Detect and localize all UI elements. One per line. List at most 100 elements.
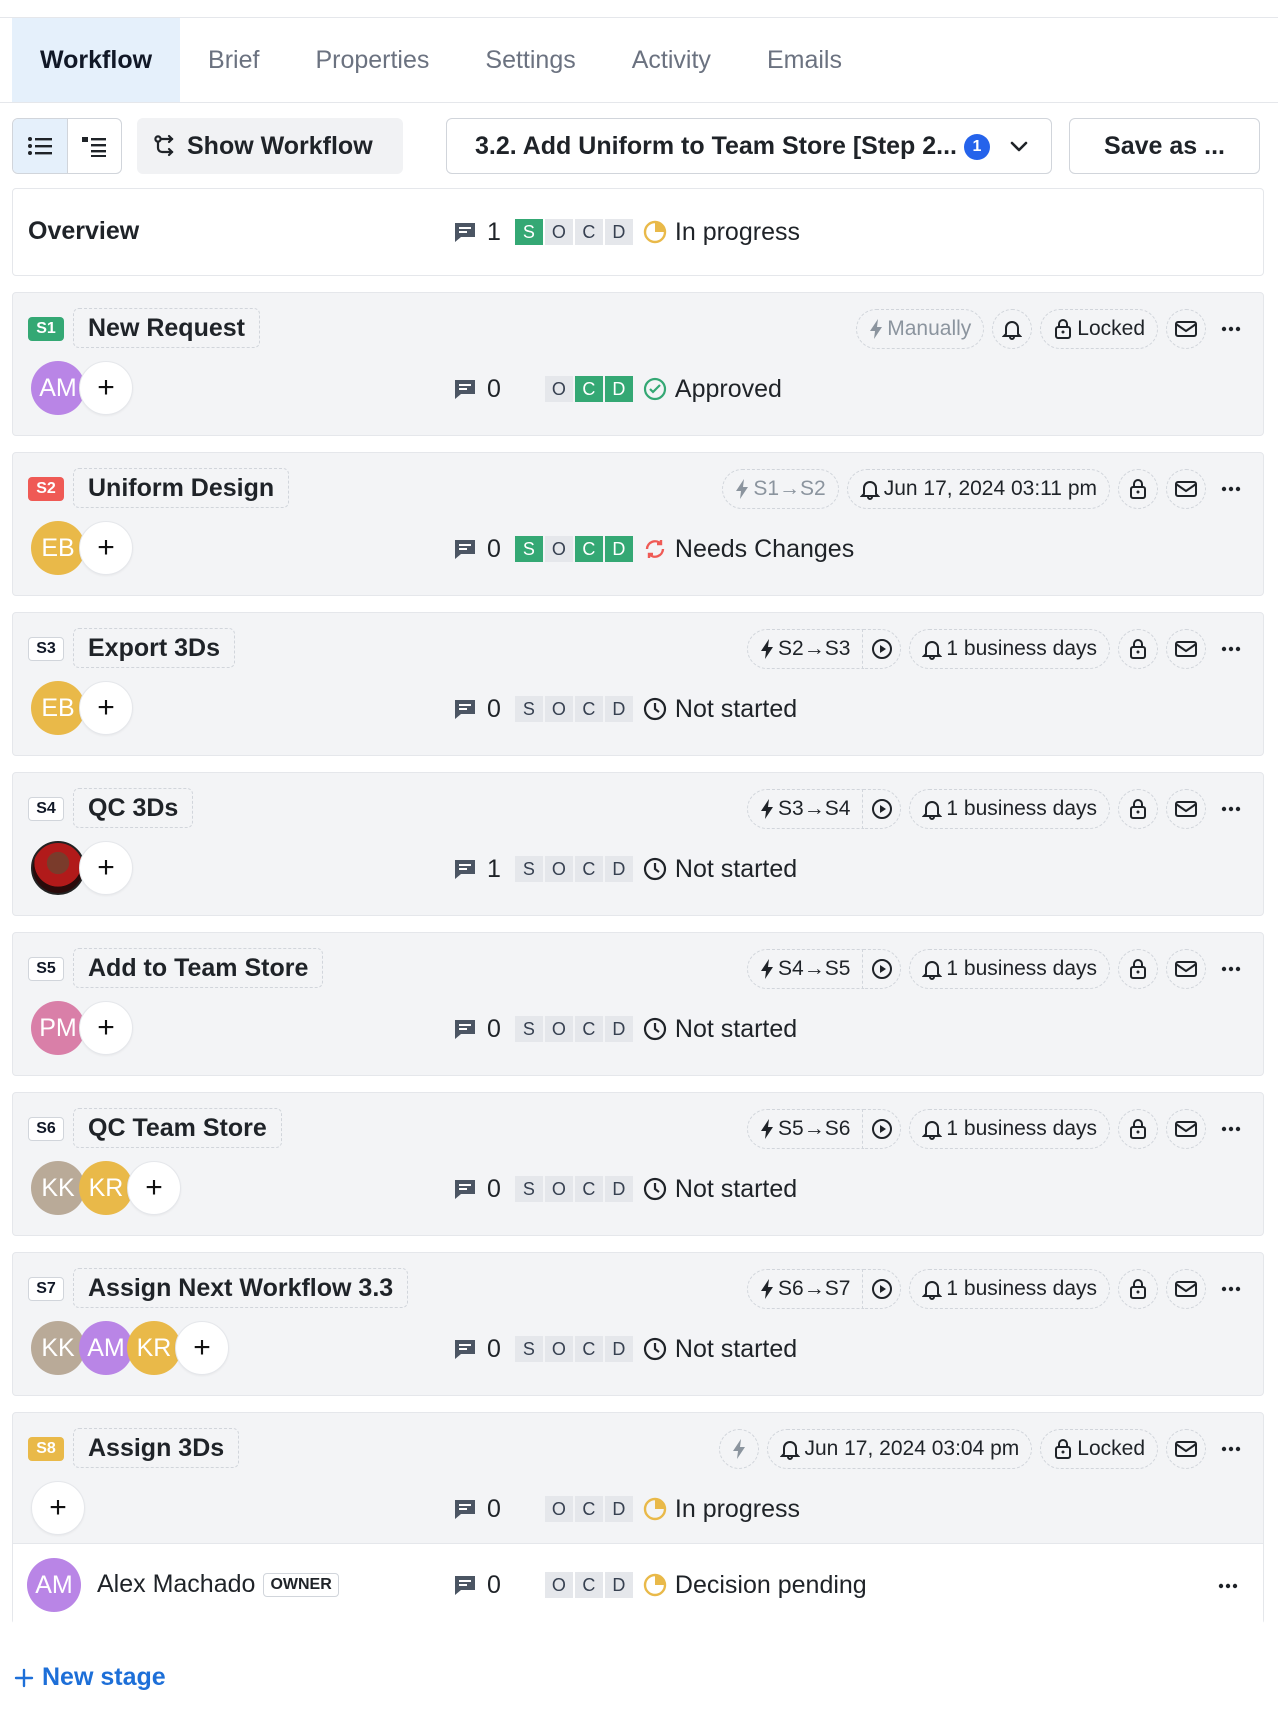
stage-name[interactable]: QC Team Store	[73, 1108, 282, 1148]
avatar[interactable]: AM	[31, 361, 85, 415]
avatar[interactable]: KK	[31, 1321, 85, 1375]
avatar[interactable]: KR	[127, 1321, 181, 1375]
lock-button[interactable]	[1118, 1109, 1158, 1149]
run-button[interactable]	[863, 1269, 902, 1309]
run-button[interactable]	[863, 949, 902, 989]
more-options-button[interactable]	[1214, 629, 1248, 669]
lock-button[interactable]	[1118, 949, 1158, 989]
avatar[interactable]: PM	[31, 1001, 85, 1055]
due-pill[interactable]: 1 business days	[909, 629, 1110, 669]
stage-status: Needs Changes	[643, 535, 854, 564]
new-stage-button[interactable]: New stage	[14, 1663, 166, 1692]
more-options-button[interactable]	[1214, 1429, 1248, 1469]
comments-count[interactable]: 0	[453, 1335, 501, 1364]
trigger-pill[interactable]	[719, 1429, 760, 1469]
stage-name[interactable]: New Request	[73, 308, 260, 348]
avatar[interactable]: AM	[79, 1321, 133, 1375]
lock-button[interactable]	[1118, 469, 1158, 509]
email-button[interactable]	[1166, 1429, 1206, 1469]
lock-pill[interactable]: Locked	[1040, 1429, 1158, 1469]
email-button[interactable]	[1166, 949, 1206, 989]
more-options-button[interactable]	[1214, 949, 1248, 989]
more-options-button[interactable]	[1211, 1566, 1245, 1606]
comments-count[interactable]: 0	[453, 695, 501, 724]
comments-count[interactable]: 0	[453, 1495, 501, 1524]
add-assignee-button[interactable]: +	[79, 681, 133, 735]
tab-workflow[interactable]: Workflow	[12, 18, 181, 102]
due-pill[interactable]: 1 business days	[909, 1269, 1110, 1309]
more-options-button[interactable]	[1214, 1269, 1248, 1309]
add-assignee-button[interactable]: +	[79, 361, 133, 415]
tab-activity[interactable]: Activity	[604, 18, 739, 102]
avatar[interactable]: EB	[31, 681, 85, 735]
bell-icon	[922, 1281, 943, 1300]
trigger-pill[interactable]: S5→S6	[747, 1109, 864, 1149]
email-button[interactable]	[1166, 469, 1206, 509]
email-button[interactable]	[1166, 309, 1206, 349]
comments-count[interactable]: 0	[453, 1015, 501, 1044]
trigger-label: S4→S5	[778, 957, 851, 980]
due-pill[interactable]: 1 business days	[909, 789, 1110, 829]
more-options-button[interactable]	[1214, 469, 1248, 509]
list-view-button[interactable]	[13, 119, 68, 173]
tab-brief[interactable]: Brief	[180, 18, 287, 102]
due-pill[interactable]: Jun 17, 2024 03:11 pm	[846, 469, 1110, 509]
add-assignee-button[interactable]: +	[79, 1001, 133, 1055]
add-assignee-button[interactable]: +	[79, 841, 133, 895]
show-workflow-button[interactable]: Show Workflow	[137, 118, 403, 174]
trigger-pill[interactable]: S3→S4	[747, 789, 864, 829]
bolt-icon	[733, 1439, 746, 1459]
run-button[interactable]	[863, 789, 902, 829]
workflow-select[interactable]: 3.2. Add Uniform to Team Store [Step 2..…	[446, 118, 1052, 174]
stage-name[interactable]: Uniform Design	[73, 468, 290, 508]
add-assignee-button[interactable]: +	[175, 1321, 229, 1375]
comments-count[interactable]: 0	[453, 535, 501, 564]
avatar[interactable]	[31, 841, 85, 895]
avatar[interactable]: KR	[79, 1161, 133, 1215]
comments-count[interactable]: 0	[453, 1571, 501, 1600]
stage-metrics: 1 SOCD Not started	[453, 854, 797, 884]
more-options-button[interactable]	[1214, 789, 1248, 829]
tab-emails[interactable]: Emails	[739, 18, 870, 102]
email-button[interactable]	[1166, 1269, 1206, 1309]
due-pill[interactable]: 1 business days	[909, 1109, 1110, 1149]
more-options-button[interactable]	[1214, 1109, 1248, 1149]
email-button[interactable]	[1166, 789, 1206, 829]
trigger-pill[interactable]: Manually	[856, 309, 985, 349]
comments-count[interactable]: 1	[453, 218, 501, 247]
run-button[interactable]	[863, 1109, 902, 1149]
trigger-pill[interactable]: S6→S7	[747, 1269, 864, 1309]
tree-view-button[interactable]	[68, 119, 122, 173]
save-as-button[interactable]: Save as ...	[1069, 118, 1260, 174]
lock-button[interactable]	[1118, 629, 1158, 669]
email-button[interactable]	[1166, 1109, 1206, 1149]
lock-pill[interactable]: Locked	[1040, 309, 1158, 349]
avatar[interactable]: EB	[31, 521, 85, 575]
add-assignee-button[interactable]: +	[79, 521, 133, 575]
lock-button[interactable]	[1118, 1269, 1158, 1309]
comments-count[interactable]: 1	[453, 855, 501, 884]
add-assignee-button[interactable]: +	[127, 1161, 181, 1215]
stage-name[interactable]: Export 3Ds	[73, 628, 235, 668]
stage-name[interactable]: Add to Team Store	[73, 948, 324, 988]
stage-name[interactable]: QC 3Ds	[73, 788, 194, 828]
avatar[interactable]: AM	[27, 1558, 81, 1612]
trigger-pill[interactable]: S2→S3	[747, 629, 864, 669]
tab-properties[interactable]: Properties	[287, 18, 457, 102]
trigger-pill[interactable]: S1→S2	[722, 469, 839, 509]
more-options-button[interactable]	[1214, 309, 1248, 349]
add-assignee-button[interactable]: +	[31, 1481, 85, 1535]
due-pill[interactable]: 1 business days	[909, 949, 1110, 989]
run-button[interactable]	[863, 629, 902, 669]
lock-button[interactable]	[1118, 789, 1158, 829]
comments-count[interactable]: 0	[453, 1175, 501, 1204]
stage-name[interactable]: Assign 3Ds	[73, 1428, 240, 1468]
stage-name[interactable]: Assign Next Workflow 3.3	[73, 1268, 409, 1308]
trigger-pill[interactable]: S4→S5	[747, 949, 864, 989]
comments-count[interactable]: 0	[453, 375, 501, 404]
avatar[interactable]: KK	[31, 1161, 85, 1215]
due-pill[interactable]: Jun 17, 2024 03:04 pm	[767, 1429, 1033, 1469]
email-button[interactable]	[1166, 629, 1206, 669]
reminder-button[interactable]	[992, 309, 1033, 349]
tab-settings[interactable]: Settings	[457, 18, 603, 102]
